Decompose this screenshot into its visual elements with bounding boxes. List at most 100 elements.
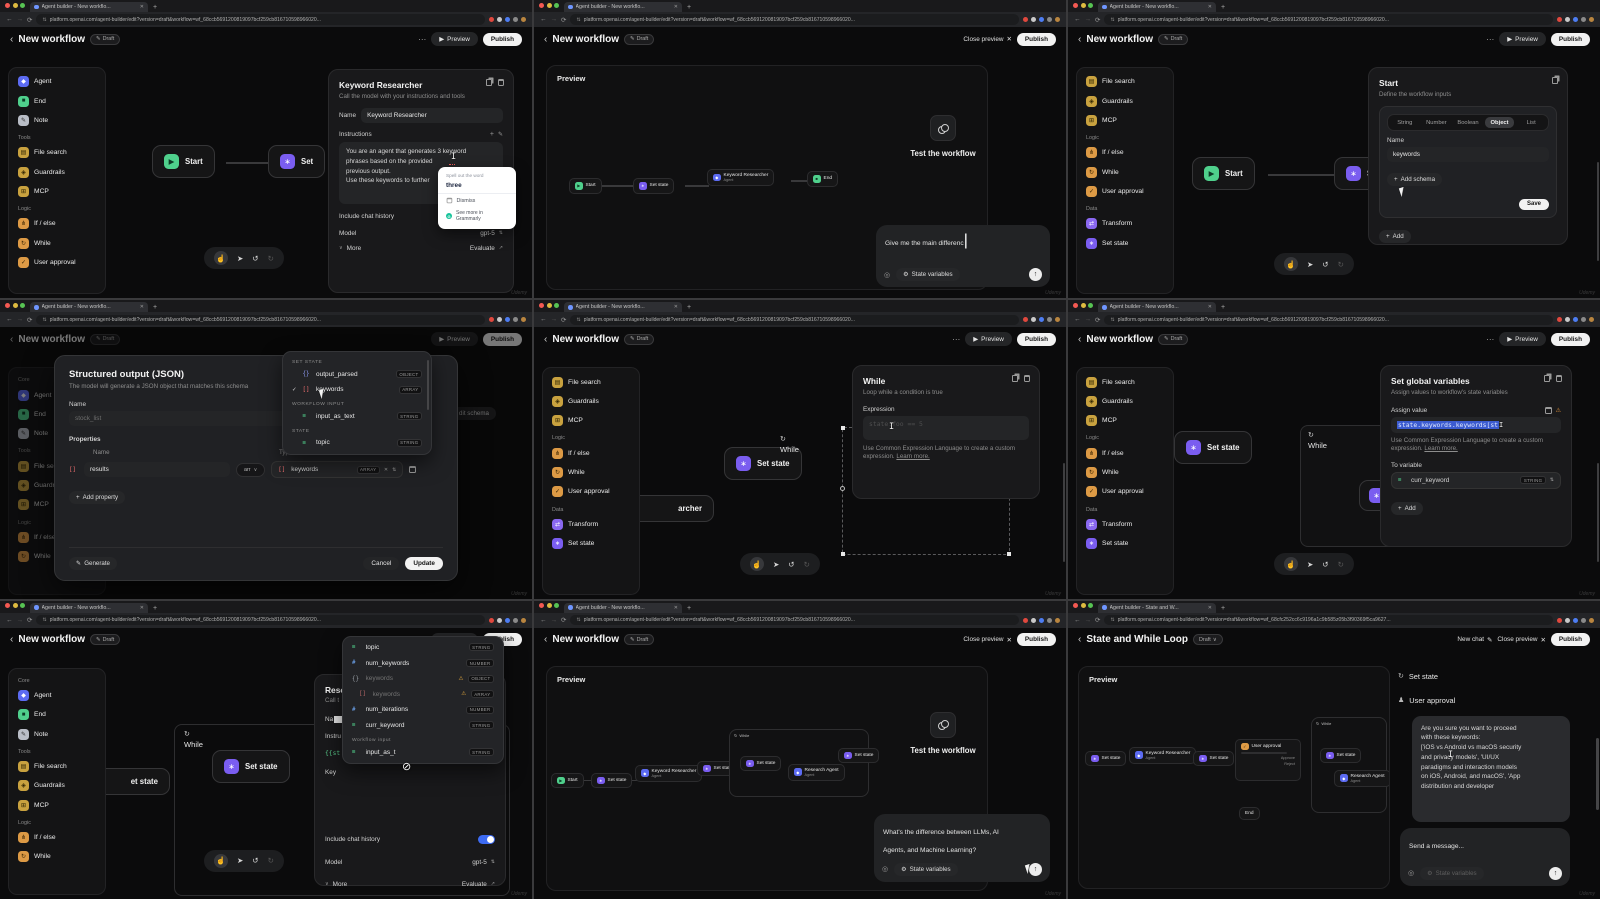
- set-state-node[interactable]: ∗ Set: [268, 145, 326, 178]
- type-tab-active[interactable]: Object: [1484, 117, 1515, 129]
- type-tab[interactable]: Boolean: [1453, 117, 1483, 128]
- address-bar[interactable]: ⇅ platform.openai.com/agent-builder/edit?…: [1104, 314, 1553, 326]
- chat-input-placeholder[interactable]: Send a message...: [1409, 843, 1464, 850]
- palette-item[interactable]: ✓ User approval: [9, 253, 105, 272]
- palette-scrollbar[interactable]: [1596, 162, 1599, 262]
- browser-tab[interactable]: Agent builder - New workflo... ✕: [30, 2, 148, 12]
- palette-item[interactable]: ↻While: [9, 234, 105, 253]
- reload-icon[interactable]: ⟳: [561, 616, 566, 624]
- palette-item[interactable]: ◈Guardrails: [543, 392, 639, 411]
- palette-item[interactable]: ∗ Set state: [1077, 534, 1173, 553]
- reload-icon[interactable]: ⟳: [27, 16, 32, 24]
- attach-icon[interactable]: ◎: [1408, 869, 1414, 877]
- forward-icon[interactable]: →: [1085, 617, 1092, 624]
- more-menu-icon[interactable]: ⋯: [952, 335, 960, 344]
- traffic-lights[interactable]: [5, 0, 25, 12]
- browser-tab[interactable]: Agent builder - New workflo... ✕: [564, 602, 682, 613]
- while-group-label[interactable]: ↻ While: [780, 435, 799, 454]
- model-stepper-icon[interactable]: ⇅: [499, 230, 503, 236]
- publish-button[interactable]: Publish: [482, 32, 522, 46]
- traffic-lights[interactable]: [5, 300, 25, 312]
- new-tab-button[interactable]: +: [687, 605, 691, 613]
- type-tab[interactable]: Number: [1422, 117, 1452, 128]
- address-bar[interactable]: ⇅ platform.openai.com/agent-builder/edit?…: [570, 614, 1019, 626]
- evaluate-link[interactable]: Evaluate: [462, 881, 487, 888]
- site-info-icon[interactable]: ⇅: [1110, 17, 1114, 23]
- panel-scrollbar[interactable]: [1596, 737, 1599, 810]
- browser-tab[interactable]: Agent builder - New workflo... ✕: [564, 2, 682, 12]
- tab-close-icon[interactable]: ✕: [1208, 304, 1212, 310]
- grammarly-dismiss[interactable]: Dismiss: [438, 193, 516, 207]
- site-info-icon[interactable]: ⇅: [1110, 617, 1114, 623]
- redo-icon[interactable]: ↻: [268, 856, 274, 865]
- palette-item[interactable]: ◈Guardrails: [9, 776, 105, 795]
- learn-more-link[interactable]: Learn more.: [896, 453, 929, 460]
- publish-button[interactable]: Publish: [1016, 332, 1056, 346]
- pan-tool-icon[interactable]: ☝: [1284, 557, 1298, 572]
- browser-tab[interactable]: Agent builder - New workflo... ✕: [1098, 302, 1216, 313]
- dropdown-item[interactable]: ≡ curr_keyword STRING: [343, 718, 503, 734]
- stepper-icon[interactable]: ⇅: [1550, 477, 1554, 483]
- dropdown-item[interactable]: ≡ topic STRING: [343, 640, 503, 656]
- palette-item[interactable]: ▤File search: [1077, 372, 1173, 391]
- delete-assignment-icon[interactable]: [1545, 406, 1552, 414]
- close-preview-button[interactable]: Close preview ✕: [963, 35, 1012, 44]
- grammarly-see-more[interactable]: G See more in Grammarly: [438, 207, 516, 225]
- forward-icon[interactable]: →: [551, 617, 558, 624]
- chat-input-card[interactable]: What's the difference between LLMs, AI A…: [874, 813, 1050, 882]
- palette-scrollbar[interactable]: [1062, 462, 1065, 562]
- add-schema-button[interactable]: + Add schema: [1387, 173, 1443, 187]
- palette-item[interactable]: ⊞MCP: [9, 796, 105, 815]
- add-assignment-button[interactable]: + Add: [1391, 501, 1423, 515]
- send-button[interactable]: ↑: [1029, 268, 1042, 281]
- set-state-node[interactable]: ∗ Set state: [1174, 431, 1252, 465]
- undo-icon[interactable]: ↺: [788, 560, 794, 569]
- select-tool-icon[interactable]: ➤: [1307, 560, 1313, 569]
- dropdown-item[interactable]: ≡ topic STRING: [283, 435, 431, 451]
- extension-icons[interactable]: [489, 317, 526, 323]
- pan-tool-icon[interactable]: ☝: [214, 251, 228, 265]
- back-icon[interactable]: ←: [540, 316, 547, 323]
- extension-icons[interactable]: [1557, 317, 1594, 323]
- dropdown-item[interactable]: ✓[] keywords ARRAY: [283, 382, 431, 398]
- forward-icon[interactable]: →: [17, 316, 24, 323]
- browser-tab[interactable]: Agent builder - New workflo... ✕: [564, 302, 682, 313]
- set-state-node[interactable]: ∗ Set state: [212, 749, 290, 783]
- extension-icons[interactable]: [1023, 17, 1060, 22]
- redo-icon[interactable]: ↻: [268, 254, 274, 263]
- palette-item[interactable]: ⊞MCP: [1077, 411, 1173, 430]
- palette-item[interactable]: ⇄ Transform: [1077, 515, 1173, 534]
- undo-icon[interactable]: ↺: [252, 254, 258, 263]
- tab-close-icon[interactable]: ✕: [140, 304, 144, 310]
- generate-button[interactable]: ✎ Generate: [69, 557, 117, 571]
- more-menu-icon[interactable]: ⋯: [418, 35, 426, 44]
- palette-item[interactable]: ◆Agent: [9, 72, 105, 91]
- address-bar[interactable]: ⇅ platform.openai.com/agent-builder/edit?…: [1104, 14, 1553, 25]
- tab-close-icon[interactable]: ✕: [674, 605, 678, 611]
- add-instruction-icon[interactable]: +: [490, 131, 494, 138]
- publish-button[interactable]: Publish: [1550, 332, 1590, 346]
- start-node[interactable]: ▶ Start: [1192, 157, 1255, 190]
- send-button[interactable]: ↑: [1549, 866, 1562, 880]
- update-button[interactable]: Update: [405, 557, 443, 571]
- tab-close-icon[interactable]: ✕: [1208, 605, 1212, 611]
- traffic-lights[interactable]: [1073, 0, 1093, 12]
- palette-item[interactable]: ⇄ Transform: [543, 515, 639, 534]
- browser-tab[interactable]: Agent builder - New workflo... ✕: [30, 302, 148, 313]
- dropdown-scrollbar[interactable]: [427, 360, 429, 411]
- palette-item[interactable]: ▤File search: [9, 143, 105, 162]
- delete-property-icon[interactable]: [409, 466, 416, 474]
- site-info-icon[interactable]: ⇅: [42, 17, 46, 23]
- state-variables-button[interactable]: ⚙ State variables: [894, 862, 958, 876]
- palette-item[interactable]: ⊞MCP: [543, 411, 639, 430]
- type-tab[interactable]: String: [1390, 117, 1420, 128]
- new-tab-button[interactable]: +: [1221, 4, 1225, 12]
- chat-input-card[interactable]: Send a message... ◎ ⚙ State variables ↑: [1400, 827, 1570, 886]
- back-chevron[interactable]: ‹: [544, 34, 547, 45]
- back-icon[interactable]: ←: [1074, 316, 1081, 323]
- name-input[interactable]: Keyword Researcher: [361, 108, 503, 124]
- back-icon[interactable]: ←: [540, 617, 547, 624]
- palette-item[interactable]: ◆Agent: [9, 686, 105, 705]
- site-info-icon[interactable]: ⇅: [576, 617, 580, 623]
- include-chat-history-toggle[interactable]: [478, 834, 495, 845]
